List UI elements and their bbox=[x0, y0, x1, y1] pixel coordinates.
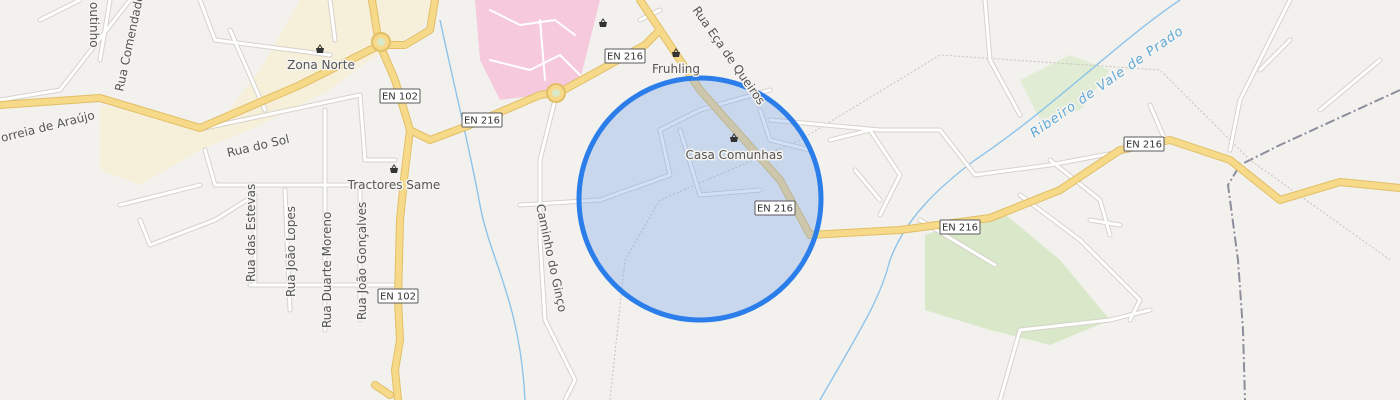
map-canvas[interactable]: Rua Comendador outinho orreia de Araújo … bbox=[0, 0, 1400, 400]
street-label-rua-duarte-moreno: Rua Duarte Moreno bbox=[320, 212, 334, 328]
svg-text:EN 102: EN 102 bbox=[382, 92, 418, 103]
road-shield-en216-c: EN 216 bbox=[754, 200, 796, 216]
street-label-rua-joao-goncalves: Rua João Gonçalves bbox=[355, 202, 369, 320]
svg-text:EN 216: EN 216 bbox=[1126, 140, 1162, 151]
svg-text:EN 102: EN 102 bbox=[380, 292, 416, 303]
street-label-outinho: outinho bbox=[87, 2, 101, 48]
road-shield-en216-d: EN 216 bbox=[939, 219, 981, 235]
svg-text:EN 216: EN 216 bbox=[464, 116, 500, 127]
street-label-rua-joao-lopes: Rua João Lopes bbox=[284, 206, 298, 297]
street-label-rua-das-estevas: Rua das Estevas bbox=[244, 184, 258, 282]
poi-label-casa-comunhas: Casa Comunhas bbox=[686, 148, 783, 162]
poi-label-fruhling: Fruhling bbox=[652, 62, 700, 76]
road-shield-en102-a: EN 102 bbox=[379, 88, 421, 104]
road-shield-en216-a: EN 216 bbox=[604, 48, 646, 64]
svg-text:EN 216: EN 216 bbox=[942, 223, 978, 234]
poi-label-zona-norte: Zona Norte bbox=[287, 58, 355, 72]
poi-label-tractores-same: Tractores Same bbox=[347, 178, 441, 192]
location-accuracy-circle[interactable] bbox=[576, 75, 824, 323]
map-svg[interactable]: Rua Comendador outinho orreia de Araújo … bbox=[0, 0, 1400, 400]
road-shield-en216-b: EN 216 bbox=[461, 112, 503, 128]
svg-text:EN 216: EN 216 bbox=[757, 204, 793, 215]
svg-text:EN 216: EN 216 bbox=[607, 52, 643, 63]
road-shield-en102-b: EN 102 bbox=[377, 288, 419, 304]
road-shield-en216-e: EN 216 bbox=[1123, 136, 1165, 152]
